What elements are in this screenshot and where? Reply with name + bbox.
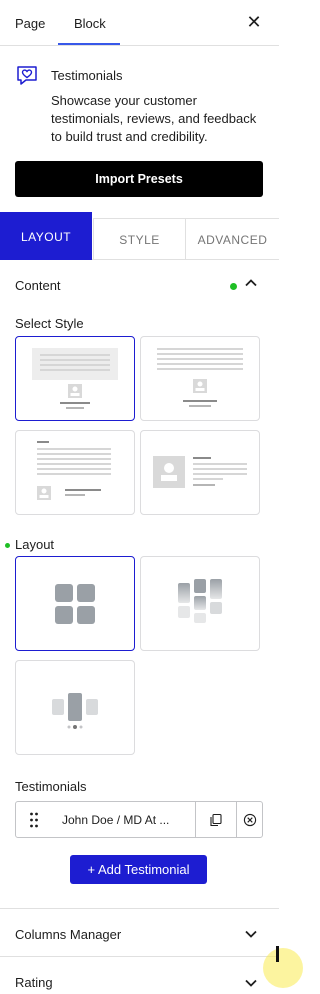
mouse-cursor <box>276 946 279 962</box>
tab-block[interactable]: Block <box>74 16 106 31</box>
layout-option-grid[interactable] <box>15 556 135 651</box>
masonry-layout-icon <box>178 579 222 623</box>
style-preview-1 <box>32 348 118 409</box>
style-preview-3 <box>37 441 111 500</box>
tab-advanced[interactable]: ADVANCED <box>185 218 279 260</box>
testimonials-label: Testimonials <box>15 779 87 794</box>
style-option-4[interactable] <box>140 430 260 515</box>
drag-handle-icon[interactable] <box>29 812 39 828</box>
style-option-3[interactable] <box>15 430 135 515</box>
duplicate-button[interactable] <box>196 802 236 837</box>
chevron-down-icon[interactable] <box>244 927 258 941</box>
add-testimonial-button[interactable]: + Add Testimonial <box>70 855 207 884</box>
heart-chat-icon <box>17 66 37 85</box>
settings-tabs: LAYOUT STYLE ADVANCED <box>0 212 279 260</box>
grid-layout-icon <box>55 584 95 624</box>
copy-icon <box>210 813 222 827</box>
testimonial-item[interactable]: John Doe / MD At ... <box>15 801 263 838</box>
rating-panel[interactable]: Rating <box>0 956 279 994</box>
style-option-2[interactable] <box>140 336 260 421</box>
chevron-up-icon[interactable] <box>244 276 258 290</box>
import-presets-button[interactable]: Import Presets <box>15 161 263 197</box>
modified-indicator-dot <box>5 543 10 548</box>
block-title: Testimonials <box>51 68 123 83</box>
content-panel-title[interactable]: Content <box>15 278 61 293</box>
active-tab-indicator <box>58 43 120 45</box>
layout-option-masonry[interactable] <box>140 556 260 651</box>
close-icon[interactable]: ✕ <box>245 12 263 32</box>
chevron-down-icon[interactable] <box>244 976 258 990</box>
remove-circle-icon <box>243 813 257 827</box>
testimonial-item-label[interactable]: John Doe / MD At ... <box>62 813 187 827</box>
tab-style[interactable]: STYLE <box>93 218 185 260</box>
cursor-highlight <box>263 948 303 988</box>
remove-button[interactable] <box>237 802 263 837</box>
layout-option-carousel[interactable] <box>15 660 135 755</box>
modified-indicator-dot <box>230 283 237 290</box>
rating-label: Rating <box>15 975 53 990</box>
columns-manager-panel[interactable]: Columns Manager <box>0 908 279 956</box>
select-style-label: Select Style <box>15 316 84 331</box>
style-option-1[interactable] <box>15 336 135 421</box>
layout-label: Layout <box>15 537 55 552</box>
block-description: Showcase your customer testimonials, rev… <box>51 93 257 144</box>
style-preview-2 <box>157 348 243 407</box>
columns-manager-label: Columns Manager <box>15 927 122 942</box>
tab-layout[interactable]: LAYOUT <box>0 212 92 260</box>
sidebar-header-tabs: Page Block ✕ <box>0 0 279 46</box>
tab-page[interactable]: Page <box>15 16 45 31</box>
carousel-layout-icon <box>52 693 98 729</box>
style-preview-4 <box>153 456 247 488</box>
